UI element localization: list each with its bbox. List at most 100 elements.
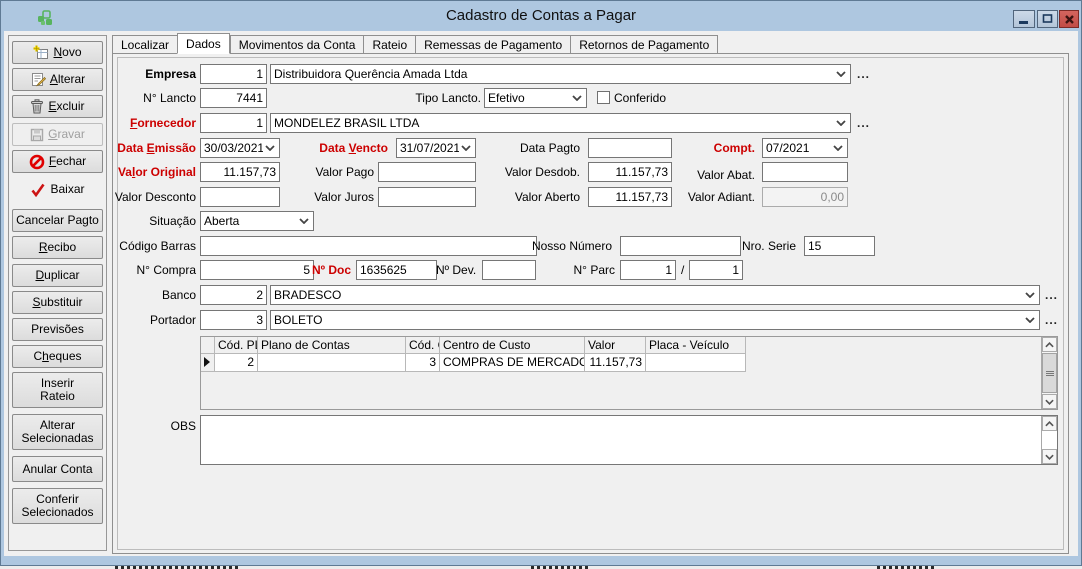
- n-lancto-field[interactable]: [200, 88, 267, 108]
- valor-desdob-field[interactable]: [588, 162, 672, 182]
- recibo-button[interactable]: Recibo: [12, 236, 103, 259]
- banco-browse-button[interactable]: ...: [1045, 289, 1058, 301]
- conferir-selecionados-label: Conferir Selecionados: [16, 493, 100, 519]
- n-parc-field-1[interactable]: [620, 260, 676, 280]
- fechar-button[interactable]: Fechar: [12, 150, 103, 173]
- compt-picker[interactable]: 07/2021: [762, 138, 848, 158]
- minimize-button[interactable]: [1013, 10, 1035, 28]
- portador-code-field[interactable]: [200, 310, 267, 330]
- conferir-selecionados-button[interactable]: Conferir Selecionados: [12, 488, 103, 524]
- valor-abat-field[interactable]: [762, 162, 848, 182]
- obs-scrollbar[interactable]: [1041, 416, 1057, 464]
- grid-scroll-thumb[interactable]: [1042, 353, 1057, 393]
- conferido-checkbox[interactable]: [597, 91, 610, 104]
- grid-scroll-up-button[interactable]: [1042, 337, 1057, 352]
- empresa-code-field[interactable]: [200, 64, 267, 84]
- grid-header-placa-veiculo[interactable]: Placa - Veículo: [646, 337, 746, 354]
- sidebar: Novo Alterar Excluir: [8, 35, 107, 551]
- tab-rateio[interactable]: Rateio: [363, 35, 415, 54]
- chevron-down-icon: [572, 95, 582, 101]
- alterar-button[interactable]: Alterar: [12, 68, 103, 91]
- anular-conta-button[interactable]: Anular Conta: [12, 456, 103, 482]
- window-title: Cadastro de Contas a Pagar: [1, 7, 1081, 24]
- grid-scroll-down-button[interactable]: [1042, 394, 1057, 409]
- banco-combobox[interactable]: BRADESCO: [270, 285, 1040, 305]
- empresa-combobox[interactable]: Distribuidora Querência Amada Ltda: [270, 64, 851, 84]
- chevron-down-icon: [1045, 399, 1054, 405]
- save-icon: [30, 128, 44, 142]
- baixar-button[interactable]: Baixar: [12, 178, 103, 201]
- situacao-combobox[interactable]: Aberta: [200, 211, 314, 231]
- app-window: Cadastro de Contas a Pagar Novo: [0, 0, 1082, 569]
- n-compra-field[interactable]: [200, 260, 314, 280]
- n-doc-field[interactable]: [356, 260, 437, 280]
- data-emissao-picker[interactable]: 30/03/2021: [200, 138, 280, 158]
- banco-label: Banco: [110, 285, 196, 305]
- obs-scroll-down-button[interactable]: [1042, 449, 1057, 464]
- maximize-icon: [1042, 13, 1054, 25]
- fornecedor-combobox[interactable]: MONDELEZ BRASIL LTDA: [270, 113, 851, 133]
- valor-aberto-field[interactable]: [588, 187, 672, 207]
- cheques-button[interactable]: Cheques: [12, 345, 103, 368]
- n-parc-field-2[interactable]: [689, 260, 743, 280]
- obs-textarea[interactable]: [200, 415, 1058, 465]
- alterar-selecionadas-button[interactable]: Alterar Selecionadas: [12, 414, 103, 450]
- cancelar-pagto-button[interactable]: Cancelar Pagto: [12, 209, 103, 232]
- valor-pago-field[interactable]: [378, 162, 476, 182]
- cell-cod-c[interactable]: 3: [406, 354, 440, 372]
- grid-header-plano-de-contas[interactable]: Plano de Contas: [258, 337, 406, 354]
- novo-button[interactable]: Novo: [12, 41, 103, 64]
- tab-dados[interactable]: Dados: [177, 33, 230, 54]
- tab-localizar[interactable]: Localizar: [112, 35, 177, 54]
- cheques-label: Cheques: [33, 350, 81, 363]
- inserir-rateio-button[interactable]: Inserir Rateio: [12, 372, 103, 408]
- cell-centro-de-custo[interactable]: COMPRAS DE MERCADORIAS: [440, 354, 585, 372]
- grid-header-cod-pl[interactable]: Cód. PL: [215, 337, 258, 354]
- portador-combobox[interactable]: BOLETO: [270, 310, 1040, 330]
- fornecedor-browse-button[interactable]: ...: [857, 117, 870, 129]
- tipo-lancto-combobox[interactable]: Efetivo: [484, 88, 587, 108]
- duplicar-button[interactable]: Duplicar: [12, 264, 103, 287]
- cell-plano-de-contas[interactable]: [258, 354, 406, 372]
- tab-remessas-de-pagamento[interactable]: Remessas de Pagamento: [415, 35, 570, 54]
- grid-header-valor[interactable]: Valor: [585, 337, 646, 354]
- portador-browse-button[interactable]: ...: [1045, 314, 1058, 326]
- grid-header-centro-de-custo[interactable]: Centro de Custo: [440, 337, 585, 354]
- fornecedor-code-field[interactable]: [200, 113, 267, 133]
- grid-data-row[interactable]: 2 3 COMPRAS DE MERCADORIAS 11.157,73: [201, 354, 1057, 372]
- excluir-button[interactable]: Excluir: [12, 95, 103, 118]
- tab-retornos-de-pagamento[interactable]: Retornos de Pagamento: [570, 35, 718, 54]
- empresa-browse-button[interactable]: ...: [857, 68, 870, 80]
- nosso-numero-field[interactable]: [620, 236, 741, 256]
- cell-cod-pl[interactable]: 2: [215, 354, 258, 372]
- substituir-button[interactable]: Substituir: [12, 291, 103, 314]
- n-dev-field[interactable]: [482, 260, 536, 280]
- grid-header-cod-c[interactable]: Cód. C: [406, 337, 440, 354]
- tab-movimentos-da-conta[interactable]: Movimentos da Conta: [230, 35, 364, 54]
- inserir-rateio-label: Inserir Rateio: [23, 377, 93, 403]
- delete-icon: [30, 99, 44, 114]
- cell-placa-veiculo[interactable]: [646, 354, 746, 372]
- empresa-label: Empresa: [110, 64, 196, 84]
- tipo-lancto-label: Tipo Lancto.: [400, 88, 481, 108]
- n-lancto-label: N° Lancto: [110, 88, 196, 108]
- data-pagto-field[interactable]: [588, 138, 672, 158]
- gravar-button[interactable]: Gravar: [12, 123, 103, 146]
- codigo-barras-field[interactable]: [200, 236, 537, 256]
- grid-scrollbar[interactable]: [1041, 337, 1057, 409]
- obs-scroll-up-button[interactable]: [1042, 416, 1057, 431]
- situacao-label: Situação: [110, 211, 196, 231]
- n-compra-label: N° Compra: [110, 260, 196, 280]
- valor-original-field[interactable]: [200, 162, 280, 182]
- cell-valor[interactable]: 11.157,73: [585, 354, 646, 372]
- valor-desconto-field[interactable]: [200, 187, 280, 207]
- maximize-button[interactable]: [1037, 10, 1058, 28]
- valor-juros-field[interactable]: [378, 187, 476, 207]
- close-button[interactable]: [1059, 10, 1079, 28]
- nro-serie-field[interactable]: [804, 236, 875, 256]
- chevron-down-icon: [1045, 454, 1054, 460]
- banco-code-field[interactable]: [200, 285, 267, 305]
- data-vencto-picker[interactable]: 31/07/2021: [396, 138, 476, 158]
- previsoes-button[interactable]: Previsões: [12, 318, 103, 341]
- row-marker-icon: [203, 357, 211, 367]
